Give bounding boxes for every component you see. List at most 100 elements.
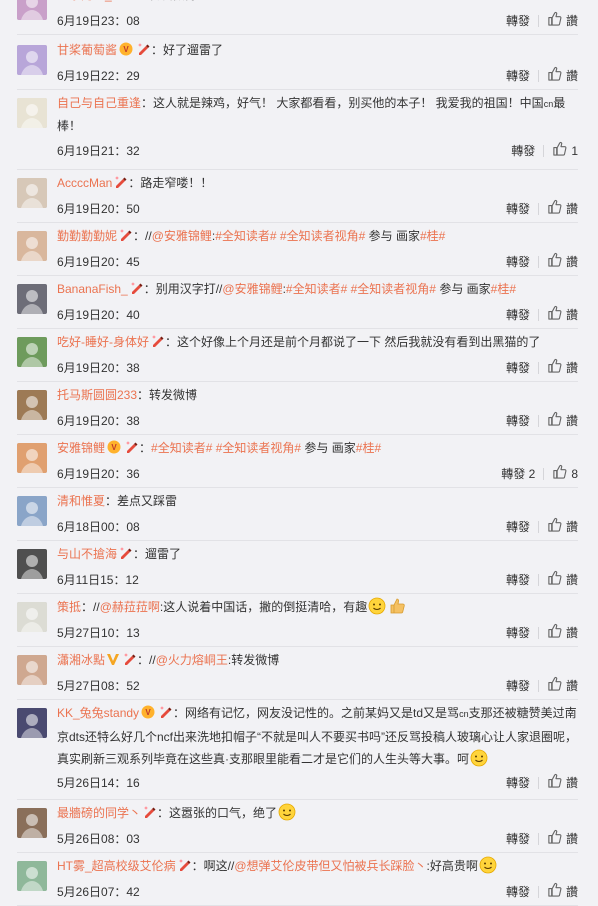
username-link[interactable]: 最牆磅的同学丶	[57, 806, 141, 820]
divider	[537, 70, 539, 82]
username-link[interactable]: BananaFish_	[57, 282, 128, 296]
username-link[interactable]: 勤勤勤勤妮	[57, 229, 117, 243]
like-button[interactable]: 讚	[547, 570, 578, 590]
mention-link[interactable]: #桂#	[356, 441, 381, 455]
mention-link[interactable]: @火力熔峒王	[156, 653, 228, 667]
avatar[interactable]	[17, 390, 47, 420]
avatar[interactable]	[17, 231, 47, 261]
username-link[interactable]: 瀟湘冰點	[57, 653, 105, 667]
thumbs-up-icon	[547, 623, 562, 643]
repost-label: 轉發	[505, 679, 530, 693]
repost-button[interactable]: 轉發	[506, 12, 530, 30]
like-button[interactable]: 8	[552, 464, 578, 484]
comment-item: BananaFish_ ：别用汉字打//@安雅锦鲤:#全知读者# #全知读者视角#…	[0, 276, 598, 329]
like-button[interactable]: 讚	[547, 829, 578, 849]
like-button[interactable]: 讚	[547, 676, 578, 696]
repost-button[interactable]: 轉發	[506, 200, 530, 218]
repost-button[interactable]: 轉發	[506, 306, 530, 324]
username-link[interactable]: 吃好-睡好-身体好	[57, 335, 149, 349]
repost-label: 轉發	[505, 573, 530, 587]
repost-button[interactable]: 轉發	[511, 142, 535, 160]
avatar[interactable]	[17, 0, 47, 20]
avatar[interactable]	[17, 337, 47, 367]
repost-button[interactable]: 轉發	[506, 253, 530, 271]
username-link[interactable]: 清和惟夏	[57, 494, 105, 508]
comment-fragment: ：	[139, 441, 152, 455]
like-count: 讚	[565, 202, 578, 216]
username-link[interactable]: HT雾_超高校级艾伦病	[57, 859, 176, 873]
avatar[interactable]	[17, 284, 47, 314]
member-badge-icon	[177, 857, 191, 879]
repost-button[interactable]: 轉發	[506, 830, 530, 848]
timestamp: 6月19日23：08	[57, 14, 140, 28]
repost-button[interactable]: 轉發	[506, 677, 530, 695]
repost-button[interactable]: 轉發	[506, 518, 530, 536]
repost-button[interactable]: 轉發	[506, 774, 530, 792]
repost-button[interactable]: 轉發 2	[501, 465, 535, 483]
like-button[interactable]: 1	[552, 141, 578, 161]
mention-link[interactable]: #全知读者#	[215, 229, 276, 243]
mention-link[interactable]: @赫菈菈啊	[100, 600, 160, 614]
mention-link[interactable]: #全知读者视角#	[351, 282, 436, 296]
username-link[interactable]: 自己与自己重逢	[57, 96, 141, 110]
like-button[interactable]: 讚	[547, 411, 578, 431]
avatar[interactable]	[17, 808, 47, 838]
comment-meta: 6月18日00：08 轉發 讚	[57, 517, 578, 537]
repost-button[interactable]: 轉發	[506, 67, 530, 85]
like-button[interactable]: 讚	[547, 623, 578, 643]
repost-label: 轉發	[505, 255, 530, 269]
username-link[interactable]: AccccMan	[57, 176, 112, 190]
mention-link[interactable]: #全知读者视角#	[280, 229, 365, 243]
comment-body: 甘桨葡萄酱 V ：好了遛雷了	[57, 39, 578, 63]
comment-meta: 5月26日07：42 轉發 讚	[57, 882, 578, 902]
avatar[interactable]	[17, 443, 47, 473]
username-link[interactable]: KK_兔兔standy	[57, 706, 139, 720]
username-link[interactable]: 策抵	[57, 600, 81, 614]
avatar[interactable]	[17, 45, 47, 75]
avatar[interactable]	[17, 708, 47, 738]
repost-button[interactable]: 轉發	[506, 883, 530, 901]
mention-link[interactable]: #桂#	[491, 282, 516, 296]
mention-link[interactable]: #全知读者#	[286, 282, 347, 296]
avatar[interactable]	[17, 655, 47, 685]
repost-button[interactable]: 轉發	[506, 571, 530, 589]
like-button[interactable]: 讚	[547, 252, 578, 272]
mention-link[interactable]: @安雅锦鲤	[152, 229, 212, 243]
username-link[interactable]: 心家阿運_Free	[57, 0, 136, 2]
avatar[interactable]	[17, 98, 47, 128]
repost-button[interactable]: 轉發	[506, 359, 530, 377]
mention-link[interactable]: @安雅锦鲤	[222, 282, 282, 296]
username-link[interactable]: 与山不搶海	[57, 547, 117, 561]
mention-link[interactable]: @想弹艾伦皮带但又怕被兵长踩脸丶	[234, 859, 426, 873]
avatar[interactable]	[17, 602, 47, 632]
avatar[interactable]	[17, 861, 47, 891]
like-button[interactable]: 讚	[547, 199, 578, 219]
repost-button[interactable]: 轉發	[506, 624, 530, 642]
avatar[interactable]	[17, 178, 47, 208]
divider	[537, 362, 539, 374]
avatar[interactable]	[17, 549, 47, 579]
mention-link[interactable]: #全知读者#	[151, 441, 212, 455]
like-count: 讚	[565, 255, 578, 269]
divider	[537, 574, 539, 586]
username-link[interactable]: 安雅锦鲤	[57, 441, 105, 455]
thumbs-up-icon	[547, 517, 562, 537]
repost-button[interactable]: 轉發	[506, 412, 530, 430]
avatar[interactable]	[17, 496, 47, 526]
like-count: 讚	[565, 832, 578, 846]
username-link[interactable]: 托马斯圆圆233	[57, 388, 137, 402]
like-button[interactable]: 讚	[547, 305, 578, 325]
like-button[interactable]: 讚	[547, 773, 578, 793]
like-button[interactable]: 讚	[547, 517, 578, 537]
like-button[interactable]: 讚	[547, 11, 578, 31]
like-button[interactable]: 讚	[547, 882, 578, 902]
thumbs-up-icon	[547, 305, 562, 325]
like-button[interactable]: 讚	[547, 358, 578, 378]
member-badge-icon	[122, 651, 136, 673]
comment-body: 勤勤勤勤妮 ：//@安雅锦鲤:#全知读者# #全知读者视角# 参与 画家#桂#	[57, 225, 578, 249]
like-button[interactable]: 讚	[547, 66, 578, 86]
mention-link[interactable]: #全知读者视角#	[216, 441, 301, 455]
vip-badge-icon: V	[118, 41, 134, 63]
username-link[interactable]: 甘桨葡萄酱	[57, 43, 117, 57]
mention-link[interactable]: #桂#	[420, 229, 445, 243]
